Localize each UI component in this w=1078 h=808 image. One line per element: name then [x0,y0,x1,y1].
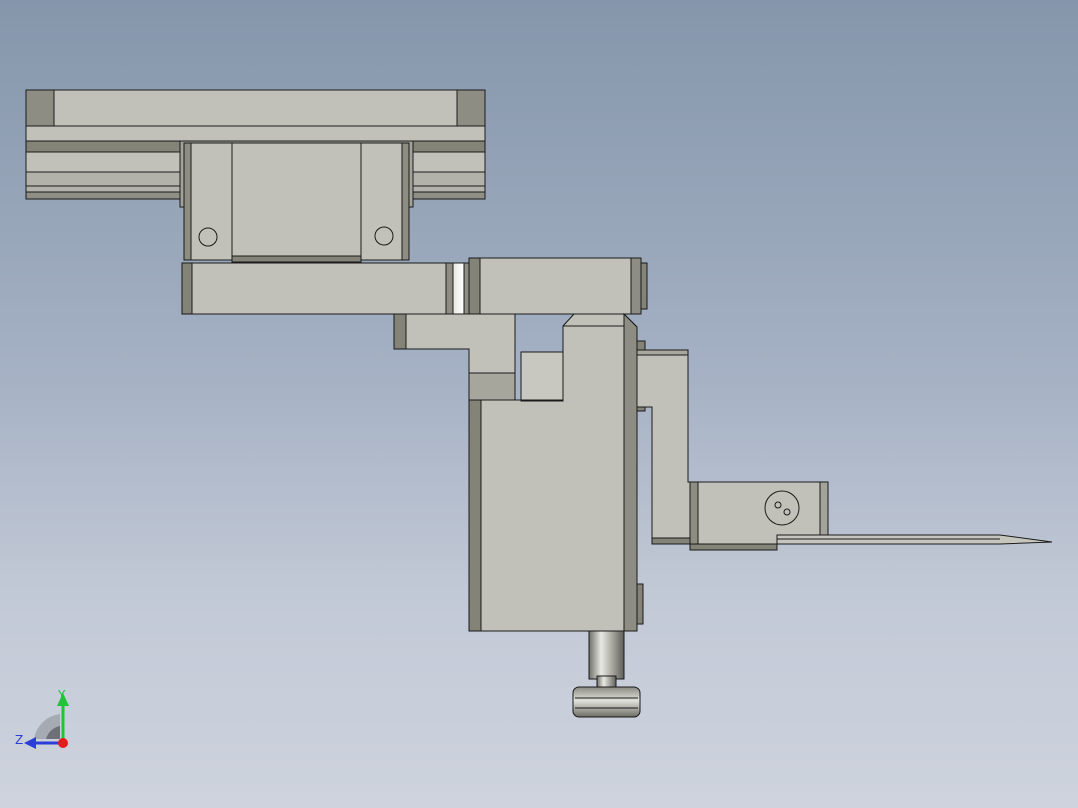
mounting-bar-body [181,262,454,315]
housing-shade-right [623,312,638,632]
clamp-block-end [468,257,481,315]
z-axis-label: Z [15,733,23,747]
roller-wheel [572,686,641,718]
roller-neck [596,675,617,689]
clamp-block[interactable] [468,257,648,315]
carriage-shade-left [183,142,192,261]
carriage-foot [231,255,362,263]
rail-end-right [456,89,486,127]
side-arm-top [636,349,689,356]
sensor-head-shade [689,481,699,551]
clamp-block-cap [640,262,648,310]
x-axis-dot [58,738,68,748]
slide-carriage[interactable] [179,140,414,263]
side-arm[interactable] [636,349,698,545]
housing-notch-face [520,351,564,402]
mounting-bar-shade [445,262,454,315]
mounting-bar-gap [452,262,465,315]
rail-top-plate [25,89,486,127]
y-axis-label: Y [57,688,66,702]
housing-tab-lower [636,583,644,625]
l-bracket[interactable] [393,313,516,401]
roller-assembly[interactable] [572,630,641,718]
l-bracket-shade [393,313,407,350]
sensor-head-foot [689,543,778,551]
mounting-bar[interactable] [181,262,471,315]
side-arm-body [636,349,698,544]
cad-viewport[interactable]: Y Z [0,0,1078,808]
orientation-triad[interactable]: Y Z [10,684,76,756]
carriage-shade-right [401,142,410,261]
housing-shade-left [468,399,482,632]
cad-model[interactable] [0,0,1078,808]
clamp-block-side [630,257,642,315]
clamp-block-body [468,257,642,315]
z-arrow-icon [24,737,36,749]
rail-end-left [25,89,55,127]
mounting-bar-end [181,262,193,315]
rail-flange [25,125,486,142]
l-bracket-lip [468,372,516,401]
sensor-head-chamfer [819,481,829,536]
roller-pin [588,630,625,680]
carriage-body [183,142,410,261]
